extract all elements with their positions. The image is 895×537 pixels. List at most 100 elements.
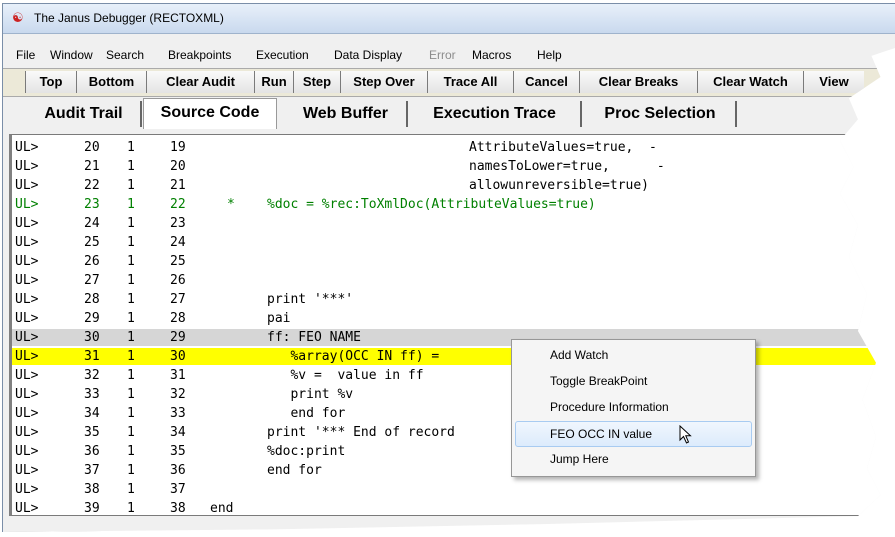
code-level: 1 — [127, 273, 135, 288]
code-line[interactable]: UL> 23 1 22 * %doc = %rec:ToXmlDoc(AttributeV… — [12, 196, 892, 213]
code-line[interactable]: UL> 34 1 33 end for — [12, 405, 892, 422]
code-source-line: 38 — [170, 501, 186, 516]
code-line[interactable]: UL> 26 1 25 — [12, 253, 892, 270]
code-line[interactable]: UL> 25 1 24 — [12, 234, 892, 251]
code-line[interactable]: UL> 33 1 32 print %v — [12, 386, 892, 403]
code-level: 1 — [127, 387, 135, 402]
tab-source-code[interactable]: Source Code — [143, 98, 277, 129]
code-source-line: 29 — [170, 330, 186, 345]
janus-app-icon: ☯ — [12, 11, 24, 26]
code-text: print '*** End of record — [267, 425, 455, 440]
code-level: 1 — [127, 197, 135, 212]
code-text: %v = value in ff — [267, 368, 424, 383]
code-line[interactable]: UL> 30 1 29 ff: FEO NAME — [12, 329, 892, 346]
code-line-number: 20 — [84, 140, 100, 155]
code-line-number: 35 — [84, 425, 100, 440]
code-line[interactable]: UL> 21 1 20 namesToLower=true, - — [12, 158, 892, 175]
code-line-number: 29 — [84, 311, 100, 326]
code-line[interactable]: UL> 38 1 37 — [12, 481, 892, 498]
menu-data-display[interactable]: Data Display — [334, 48, 402, 62]
code-text: ff: FEO NAME — [267, 330, 361, 345]
ctx-feo-occ-in-value[interactable]: FEO OCC IN value — [515, 421, 752, 447]
code-prefix: UL> — [15, 501, 39, 516]
menu-execution[interactable]: Execution — [256, 48, 309, 62]
code-source-line: 19 — [170, 140, 186, 155]
menu-macros[interactable]: Macros — [472, 48, 511, 62]
clear-watch-button[interactable]: Clear Watch — [697, 71, 803, 93]
code-line-number: 30 — [84, 330, 100, 345]
menu-file[interactable]: File — [16, 48, 35, 62]
top-button[interactable]: Top — [25, 71, 76, 93]
tab-audit-trail[interactable]: Audit Trail — [27, 101, 142, 127]
code-line[interactable]: UL> 36 1 35 %doc:print — [12, 443, 892, 460]
code-line-number: 32 — [84, 368, 100, 383]
code-level: 1 — [127, 140, 135, 155]
mouse-pointer-icon — [679, 425, 692, 444]
tab-proc-selection[interactable]: Proc Selection — [585, 101, 737, 127]
code-prefix: UL> — [15, 349, 39, 364]
code-line[interactable]: UL> 35 1 34 print '*** End of record — [12, 424, 892, 441]
code-source-line: 24 — [170, 235, 186, 250]
menu-help[interactable]: Help — [537, 48, 562, 62]
code-source-line: 25 — [170, 254, 186, 269]
menu-error[interactable]: Error — [429, 48, 456, 62]
code-level: 1 — [127, 235, 135, 250]
code-text: %array(OCC IN ff) = — [267, 349, 440, 364]
code-line-number: 26 — [84, 254, 100, 269]
menu-window[interactable]: Window — [50, 48, 93, 62]
ctx-toggle-breakpoint[interactable]: Toggle BreakPoint — [512, 369, 755, 393]
tab-web-buffer[interactable]: Web Buffer — [285, 101, 408, 127]
tab-execution-trace[interactable]: Execution Trace — [409, 101, 582, 127]
code-text: allowunreversible=true) — [469, 178, 650, 193]
code-line-number: 27 — [84, 273, 100, 288]
code-text: pai — [267, 311, 291, 326]
code-source-line: 36 — [170, 463, 186, 478]
step-over-button[interactable]: Step Over — [340, 71, 427, 93]
code-source-line: 21 — [170, 178, 186, 193]
code-source-line: 23 — [170, 216, 186, 231]
ctx-jump-here[interactable]: Jump Here — [512, 447, 755, 471]
trace-all-button[interactable]: Trace All — [427, 71, 513, 93]
code-line-number: 37 — [84, 463, 100, 478]
run-button[interactable]: Run — [254, 71, 293, 93]
window-title: The Janus Debugger (RECTOXML) — [34, 11, 224, 25]
code-line[interactable]: UL> 37 1 36 end for — [12, 462, 892, 479]
step-button[interactable]: Step — [293, 71, 340, 93]
code-source-line: 33 — [170, 406, 186, 421]
code-prefix: UL> — [15, 368, 39, 383]
bottom-button[interactable]: Bottom — [76, 71, 146, 93]
code-level: 1 — [127, 406, 135, 421]
code-prefix: UL> — [15, 178, 39, 193]
code-line[interactable]: UL> 28 1 27 print '***' — [12, 291, 892, 308]
code-level: 1 — [127, 482, 135, 497]
code-line[interactable]: UL> 20 1 19 AttributeValues=true, - — [12, 139, 892, 156]
ctx-add-watch[interactable]: Add Watch — [512, 343, 755, 367]
cancel-button[interactable]: Cancel — [513, 71, 579, 93]
view-button[interactable]: View — [803, 71, 864, 93]
code-line[interactable]: UL> 32 1 31 %v = value in ff — [12, 367, 892, 384]
code-line[interactable]: UL> 31 1 30 %array(OCC IN ff) = — [12, 348, 892, 365]
code-line[interactable]: UL> 27 1 26 — [12, 272, 892, 289]
code-line[interactable]: UL> 39 1 38 end — [12, 500, 892, 517]
code-level: 1 — [127, 159, 135, 174]
code-text: end for — [267, 463, 322, 478]
code-text: AttributeValues=true, - — [469, 140, 657, 155]
code-line[interactable]: UL> 24 1 23 — [12, 215, 892, 232]
code-source-line: 32 — [170, 387, 186, 402]
code-text: print %v — [267, 387, 354, 402]
code-line[interactable]: UL> 22 1 21 allowunreversible=true) — [12, 177, 892, 194]
menu-search[interactable]: Search — [106, 48, 144, 62]
code-prefix: UL> — [15, 216, 39, 231]
code-level: 1 — [127, 444, 135, 459]
clear-breaks-button[interactable]: Clear Breaks — [579, 71, 697, 93]
menu-breakpoints[interactable]: Breakpoints — [168, 48, 231, 62]
code-line[interactable]: UL> 29 1 28 pai — [12, 310, 892, 327]
ctx-procedure-information[interactable]: Procedure Information — [512, 395, 755, 419]
code-text: %doc = %rec:ToXmlDoc(AttributeValues=tru… — [267, 197, 596, 212]
code-prefix: UL> — [15, 197, 39, 212]
debugger-window: ☯ The Janus Debugger (RECTOXML) File Wind… — [2, 3, 895, 532]
code-prefix: UL> — [15, 292, 39, 307]
source-code-pane[interactable]: UL> 20 1 19 AttributeValues=true, - UL> 21 1 20 n… — [9, 134, 893, 516]
clear-audit-button[interactable]: Clear Audit — [146, 71, 254, 93]
code-prefix: UL> — [15, 330, 39, 345]
